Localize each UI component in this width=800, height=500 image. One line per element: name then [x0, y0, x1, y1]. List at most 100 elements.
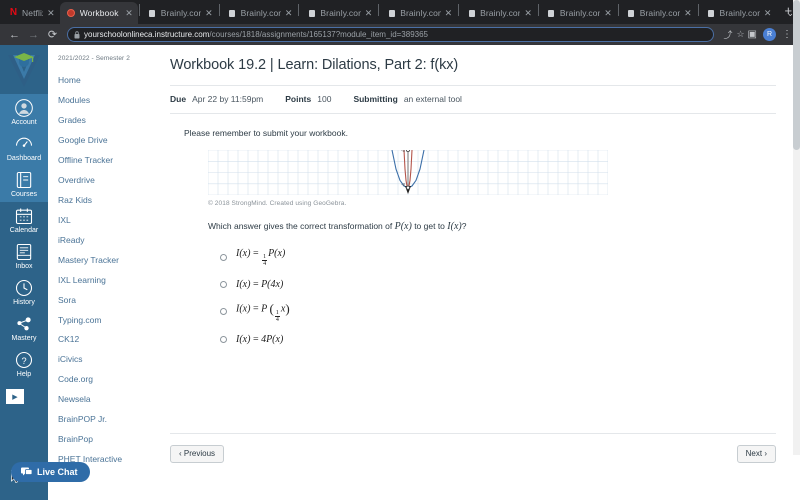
forward-button[interactable]: →	[24, 29, 43, 41]
close-icon[interactable]: ✕	[365, 8, 373, 18]
course-nav-brainpop-jr[interactable]: BrainPOP Jr.	[58, 410, 160, 430]
courses-icon	[16, 172, 32, 189]
next-button[interactable]: Next ›	[736, 445, 776, 463]
chat-bubble-icon	[21, 467, 32, 476]
course-nav: 2021/2022 - Semester 2 Home Modules Grad…	[48, 45, 160, 500]
graph-credit: © 2018 StrongMind. Created using GeoGebr…	[208, 200, 347, 207]
answer-choice-d[interactable]: I(x) = 4P(x)	[220, 329, 776, 351]
course-nav-code-org[interactable]: Code.org	[58, 370, 160, 390]
close-icon[interactable]: ✕	[125, 8, 133, 18]
course-nav-ck12[interactable]: CK12	[58, 330, 160, 350]
browser-tab-active[interactable]: Workbook 1 ✕	[59, 2, 138, 24]
answer-choice-c[interactable]: I(x) = P (1 4 x)	[220, 295, 776, 329]
due-label: Due	[170, 94, 187, 104]
share-icon[interactable]: ⤴	[723, 28, 732, 41]
sidebar-item-dashboard[interactable]: Dashboard	[0, 130, 48, 167]
radio-button-b[interactable]	[220, 280, 227, 288]
brainly-icon	[307, 9, 316, 18]
netflix-icon: N	[9, 7, 18, 18]
question-prompt: Which answer gives the correct transform…	[208, 221, 776, 232]
lock-icon	[74, 28, 80, 41]
browser-chrome: N Netflix ✕ Workbook 1 ✕ Brainly.com ✕ B…	[0, 0, 800, 45]
course-nav-ixl[interactable]: IXL	[58, 211, 160, 231]
nav-collapse-toggle[interactable]: ▶	[6, 389, 24, 405]
live-chat-label: Live Chat	[37, 467, 78, 477]
browser-tab[interactable]: Brainly.com ✕	[540, 2, 617, 24]
sidebar-item-help[interactable]: ? Help	[0, 346, 48, 382]
previous-button[interactable]: ‹ Previous	[170, 445, 225, 463]
back-button[interactable]: ←	[5, 29, 24, 41]
answer-choice-a[interactable]: I(x) = 1 4 P(x)	[220, 242, 776, 273]
close-icon[interactable]: ✕	[285, 8, 293, 18]
brainly-icon	[627, 9, 636, 18]
course-nav-modules[interactable]: Modules	[58, 91, 160, 111]
browser-tab[interactable]: Brainly.com ✕	[460, 2, 537, 24]
avatar[interactable]: R	[763, 28, 776, 41]
answer-choices: I(x) = 1 4 P(x) I(x) = P(4x) I(x) = P (1 4 x…	[220, 242, 776, 351]
browser-tab[interactable]: Brainly.com ✕	[141, 2, 218, 24]
prompt-p-of-x: P(x)	[394, 221, 412, 232]
history-icon	[15, 280, 33, 297]
side-panel-icon[interactable]: ▣	[748, 29, 757, 40]
radio-button-a[interactable]	[220, 254, 227, 262]
close-icon[interactable]: ✕	[604, 8, 612, 18]
course-nav-brainpop[interactable]: BrainPop	[58, 430, 160, 450]
sidebar-item-label: Courses	[10, 191, 38, 199]
address-bar[interactable]: yourschoolonlineca.instructure.com/cours…	[67, 27, 715, 42]
browser-tab[interactable]: Brainly.com ✕	[300, 2, 377, 24]
answer-choice-b[interactable]: I(x) = P(4x)	[220, 273, 776, 295]
sidebar-item-mastery[interactable]: Mastery	[0, 310, 48, 346]
main-content: Workbook 19.2 | Learn: Dilations, Part 2…	[160, 45, 800, 500]
close-icon[interactable]: ✕	[445, 8, 453, 18]
tab-separator	[298, 4, 300, 16]
course-nav-typing-com[interactable]: Typing.com	[58, 310, 160, 330]
course-nav-home[interactable]: Home	[58, 71, 160, 91]
close-icon[interactable]: ✕	[764, 8, 772, 18]
scrollbar-thumb[interactable]	[793, 0, 800, 150]
course-nav-mastery-tracker[interactable]: Mastery Tracker	[58, 250, 160, 270]
close-icon[interactable]: ✕	[684, 8, 692, 18]
geogebra-graph[interactable]: -5 -8	[208, 150, 608, 195]
radio-button-c[interactable]	[220, 308, 227, 316]
course-nav-google-drive[interactable]: Google Drive	[58, 131, 160, 151]
course-nav-newsela[interactable]: Newsela	[58, 390, 160, 410]
brainly-icon	[547, 9, 556, 18]
tab-title: Brainly.com	[320, 8, 360, 18]
sidebar-item-account[interactable]: Account	[0, 94, 48, 131]
browser-tab[interactable]: Brainly.com ✕	[620, 2, 697, 24]
strongmind-icon	[67, 9, 76, 18]
course-nav-ixl-learning[interactable]: IXL Learning	[58, 270, 160, 290]
course-nav-iready[interactable]: iReady	[58, 231, 160, 251]
tab-title: Workbook 1	[79, 8, 122, 18]
browser-tab[interactable]: Brainly.com ✕	[700, 2, 777, 24]
url-path: /courses/1818/assignments/165137?module_…	[209, 30, 429, 39]
live-chat-button[interactable]: Live Chat	[11, 462, 90, 482]
course-nav-sora[interactable]: Sora	[58, 290, 160, 310]
prompt-post: ?	[461, 221, 467, 231]
close-icon[interactable]: ✕	[524, 8, 532, 18]
browser-tab[interactable]: N Netflix ✕	[2, 2, 60, 24]
sidebar-item-courses[interactable]: Courses	[0, 166, 48, 203]
sidebar-item-calendar[interactable]: Calendar	[0, 202, 48, 238]
close-icon[interactable]: ✕	[47, 8, 55, 18]
radio-button-d[interactable]	[220, 336, 227, 344]
bookmark-star-icon[interactable]: ☆	[736, 29, 744, 40]
tab-title: Brainly.com	[480, 8, 520, 18]
browser-tab[interactable]: Brainly.com ✕	[221, 2, 298, 24]
browser-tab[interactable]: Brainly.com ✕	[380, 2, 457, 24]
course-nav-grades[interactable]: Grades	[58, 111, 160, 131]
answer-choice-c-label: I(x) = P (1 4 x)	[236, 300, 290, 323]
school-logo[interactable]	[4, 49, 44, 89]
reload-button[interactable]: ⟳	[43, 28, 62, 41]
course-nav-overdrive[interactable]: Overdrive	[58, 171, 160, 191]
due-value: Apr 22 by 11:59pm	[192, 94, 264, 104]
points-label: Points	[285, 94, 312, 104]
close-icon[interactable]: ✕	[205, 8, 213, 18]
sidebar-item-inbox[interactable]: Inbox	[0, 238, 48, 274]
menu-icon[interactable]: ⋮	[782, 29, 792, 40]
page-scrollbar[interactable]	[793, 0, 800, 455]
course-nav-raz-kids[interactable]: Raz Kids	[58, 191, 160, 211]
sidebar-item-history[interactable]: History	[0, 274, 48, 310]
course-nav-icivics[interactable]: iCivics	[58, 350, 160, 370]
course-nav-offline-tracker[interactable]: Offline Tracker	[58, 151, 160, 171]
